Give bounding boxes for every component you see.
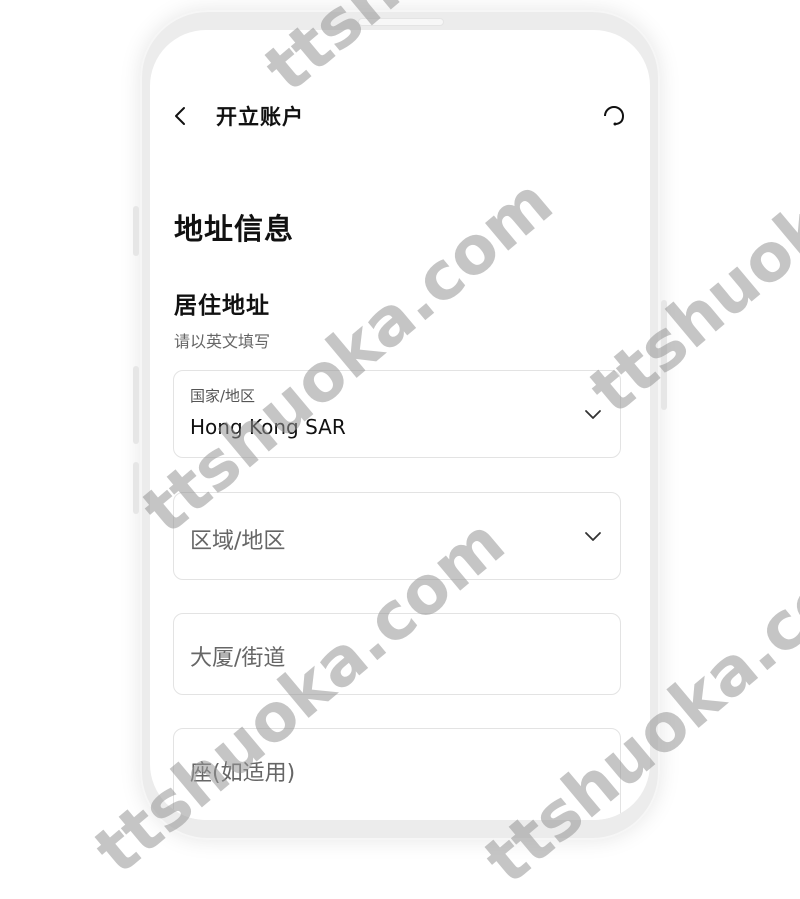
- phone-side-button: [133, 462, 139, 514]
- phone-speaker: [358, 18, 444, 26]
- input-hint: 请以英文填写: [174, 332, 271, 351]
- headset-icon: [604, 106, 624, 126]
- country-select[interactable]: 国家/地区 Hong Kong SAR: [173, 370, 621, 458]
- district-select[interactable]: 区域/地区: [173, 492, 621, 580]
- block-input[interactable]: 座(如适用): [173, 728, 621, 820]
- app-screen: 开立账户 地址信息 居住地址 请以英文填写 国家/地区 Hong Kong SA…: [150, 30, 650, 820]
- chevron-down-icon: [585, 410, 601, 419]
- back-button[interactable]: [168, 102, 192, 130]
- chevron-left-icon: [175, 107, 185, 125]
- section-heading: 地址信息: [174, 212, 295, 246]
- building-street-placeholder: 大厦/街道: [190, 646, 286, 671]
- district-placeholder: 区域/地区: [190, 529, 286, 554]
- country-label: 国家/地区: [190, 387, 256, 405]
- app-header: 开立账户: [150, 94, 650, 138]
- phone-side-button: [133, 366, 139, 444]
- page-title: 开立账户: [216, 105, 304, 129]
- chevron-down-icon: [585, 532, 601, 541]
- phone-power-button: [661, 300, 667, 410]
- subsection-heading: 居住地址: [174, 293, 270, 319]
- support-button[interactable]: [600, 100, 628, 130]
- country-value: Hong Kong SAR: [190, 415, 346, 439]
- phone-side-button: [133, 206, 139, 256]
- block-placeholder: 座(如适用): [190, 761, 296, 786]
- building-street-input[interactable]: 大厦/街道: [173, 613, 621, 695]
